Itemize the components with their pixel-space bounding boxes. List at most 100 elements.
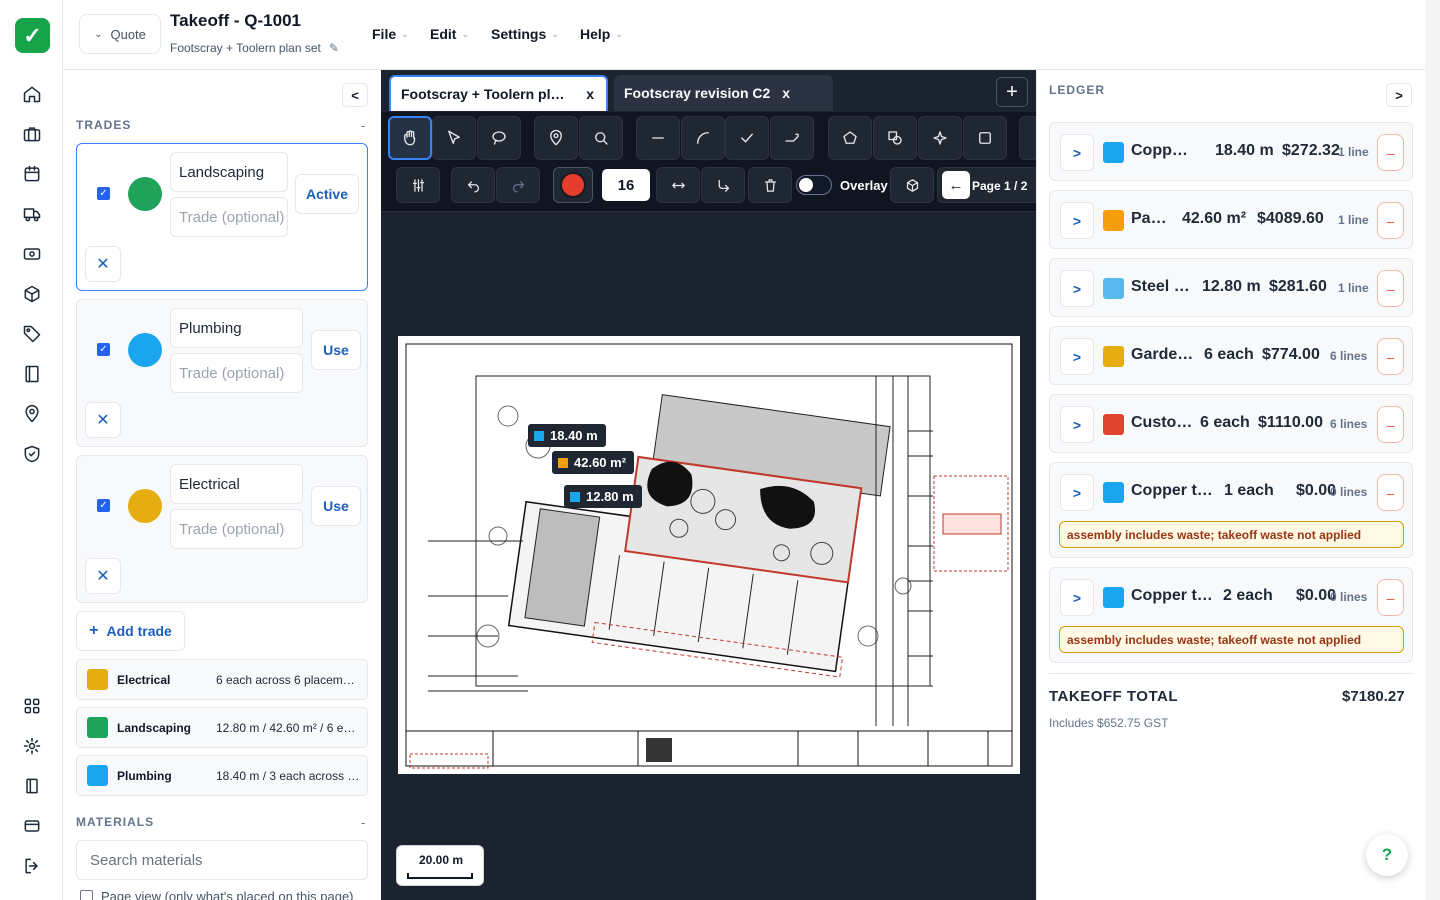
lasso-tool-button[interactable] bbox=[477, 116, 521, 160]
page-view-option[interactable]: Page view (only what's placed on this pa… bbox=[80, 889, 354, 900]
trade-optional-input[interactable]: Trade (optional) bbox=[170, 509, 303, 549]
edit-pencil-icon[interactable]: ✎ bbox=[329, 41, 339, 55]
rectangle-tool-button[interactable] bbox=[963, 116, 1007, 160]
materials-collapse-toggle[interactable]: - bbox=[361, 815, 365, 830]
collapse-panel-button[interactable]: < bbox=[342, 83, 368, 107]
map-pin-icon[interactable] bbox=[17, 399, 47, 429]
pin-tool-button[interactable] bbox=[534, 116, 578, 160]
check-tool-button[interactable] bbox=[725, 116, 769, 160]
trade-checkbox[interactable]: ✓ bbox=[97, 187, 110, 200]
measurement-label[interactable]: 18.40 m bbox=[528, 424, 606, 447]
tab-footscray-revision[interactable]: Footscray revision C2 x bbox=[614, 75, 833, 111]
menu-help[interactable]: Help ⌄ bbox=[580, 26, 623, 42]
color-picker-button[interactable] bbox=[553, 167, 593, 203]
book-icon[interactable] bbox=[17, 359, 47, 389]
magic-tool-button[interactable] bbox=[918, 116, 962, 160]
3d-view-button[interactable] bbox=[890, 167, 934, 203]
adjust-button[interactable] bbox=[396, 167, 440, 203]
expand-row-button[interactable]: > bbox=[1060, 579, 1094, 616]
card-icon[interactable] bbox=[17, 811, 47, 841]
stroke-width-input[interactable]: 16 bbox=[602, 169, 650, 201]
measurement-label[interactable]: 12.80 m bbox=[564, 485, 642, 508]
trade-name-input[interactable]: Plumbing bbox=[170, 308, 303, 348]
trade-optional-input[interactable]: Trade (optional) bbox=[170, 197, 288, 237]
briefcase-icon[interactable] bbox=[17, 119, 47, 149]
expand-row-button[interactable]: > bbox=[1060, 474, 1094, 511]
line-tool-button[interactable] bbox=[636, 116, 680, 160]
remove-trade-button[interactable]: ✕ bbox=[85, 558, 121, 594]
remove-trade-button[interactable]: ✕ bbox=[85, 246, 121, 282]
select-tool-button[interactable] bbox=[432, 116, 476, 160]
remove-trade-button[interactable]: ✕ bbox=[85, 402, 121, 438]
app-logo[interactable]: ✓ bbox=[15, 18, 50, 53]
delete-button[interactable] bbox=[748, 167, 792, 203]
trade-checkbox[interactable]: ✓ bbox=[97, 343, 110, 356]
flip-horizontal-button[interactable] bbox=[656, 167, 700, 203]
undo-button[interactable] bbox=[451, 167, 495, 203]
cutout-tool-button[interactable] bbox=[873, 116, 917, 160]
expand-row-button[interactable]: > bbox=[1060, 406, 1094, 443]
cash-icon[interactable] bbox=[17, 239, 47, 269]
quote-button[interactable]: ⌄ Quote bbox=[79, 14, 161, 54]
add-trade-button[interactable]: + Add trade bbox=[76, 611, 185, 651]
tag-icon[interactable] bbox=[17, 319, 47, 349]
polyline-tool-button[interactable] bbox=[770, 116, 814, 160]
more-tools-button[interactable] bbox=[1019, 116, 1036, 160]
trade-color-swatch[interactable] bbox=[128, 489, 162, 523]
expand-ledger-button[interactable]: > bbox=[1386, 83, 1412, 107]
box-icon[interactable] bbox=[17, 279, 47, 309]
remove-row-button[interactable]: – bbox=[1377, 134, 1404, 171]
menu-settings[interactable]: Settings ⌄ bbox=[491, 26, 559, 42]
panel-icon[interactable] bbox=[17, 771, 47, 801]
trade-use-button[interactable]: Use bbox=[311, 486, 361, 526]
help-button[interactable]: ? bbox=[1366, 834, 1408, 876]
remove-row-button[interactable]: – bbox=[1377, 474, 1404, 511]
page-view-checkbox[interactable] bbox=[80, 890, 93, 900]
previous-page-button[interactable]: ← bbox=[942, 171, 970, 199]
zoom-tool-button[interactable] bbox=[579, 116, 623, 160]
gear-icon[interactable] bbox=[17, 731, 47, 761]
overlay-toggle[interactable] bbox=[796, 175, 832, 195]
trade-name-input[interactable]: Electrical bbox=[170, 464, 303, 504]
arc-tool-button[interactable] bbox=[681, 116, 725, 160]
close-tab-icon[interactable]: x bbox=[586, 86, 594, 102]
trade-name-input[interactable]: Landscaping bbox=[170, 152, 288, 192]
expand-row-button[interactable]: > bbox=[1060, 338, 1094, 375]
menu-edit[interactable]: Edit ⌄ bbox=[430, 26, 469, 42]
remove-row-button[interactable]: – bbox=[1377, 270, 1404, 307]
hand-tool-button[interactable] bbox=[388, 116, 432, 160]
logout-icon[interactable] bbox=[17, 851, 47, 881]
trade-summary-row[interactable]: Electrical 6 each across 6 placeme… bbox=[76, 659, 368, 700]
trade-use-button[interactable]: Use bbox=[311, 330, 361, 370]
close-tab-icon[interactable]: x bbox=[782, 85, 790, 101]
measurement-label[interactable]: 42.60 m² bbox=[552, 451, 635, 474]
page-scrollbar[interactable] bbox=[1425, 0, 1440, 900]
calendar-icon[interactable] bbox=[17, 159, 47, 189]
grid-icon[interactable] bbox=[17, 691, 47, 721]
remove-row-button[interactable]: – bbox=[1377, 579, 1404, 616]
home-icon[interactable] bbox=[17, 79, 47, 109]
trade-summary-row[interactable]: Plumbing 18.40 m / 3 each across 1… bbox=[76, 755, 368, 796]
expand-row-button[interactable]: > bbox=[1060, 134, 1094, 171]
add-tab-button[interactable]: + bbox=[996, 77, 1028, 107]
area-tool-button[interactable] bbox=[828, 116, 872, 160]
trade-checkbox[interactable]: ✓ bbox=[97, 499, 110, 512]
trades-collapse-toggle[interactable]: - bbox=[361, 118, 365, 133]
shield-icon[interactable] bbox=[17, 439, 47, 469]
trade-active-button[interactable]: Active bbox=[295, 174, 359, 214]
trade-color-swatch[interactable] bbox=[128, 177, 162, 211]
remove-row-button[interactable]: – bbox=[1377, 338, 1404, 375]
plan-sheet[interactable] bbox=[398, 336, 1020, 774]
remove-row-button[interactable]: – bbox=[1377, 406, 1404, 443]
menu-file[interactable]: File ⌄ bbox=[372, 26, 409, 42]
trade-summary-row[interactable]: Landscaping 12.80 m / 42.60 m² / 6 ea… bbox=[76, 707, 368, 748]
truck-icon[interactable] bbox=[17, 199, 47, 229]
search-materials-input[interactable]: Search materials bbox=[76, 840, 368, 880]
expand-row-button[interactable]: > bbox=[1060, 270, 1094, 307]
remove-row-button[interactable]: – bbox=[1377, 202, 1404, 239]
tab-footscray-toolern[interactable]: Footscray + Toolern pl… x bbox=[389, 75, 608, 111]
connect-button[interactable] bbox=[701, 167, 745, 203]
redo-button[interactable] bbox=[496, 167, 540, 203]
trade-optional-input[interactable]: Trade (optional) bbox=[170, 353, 303, 393]
expand-row-button[interactable]: > bbox=[1060, 202, 1094, 239]
